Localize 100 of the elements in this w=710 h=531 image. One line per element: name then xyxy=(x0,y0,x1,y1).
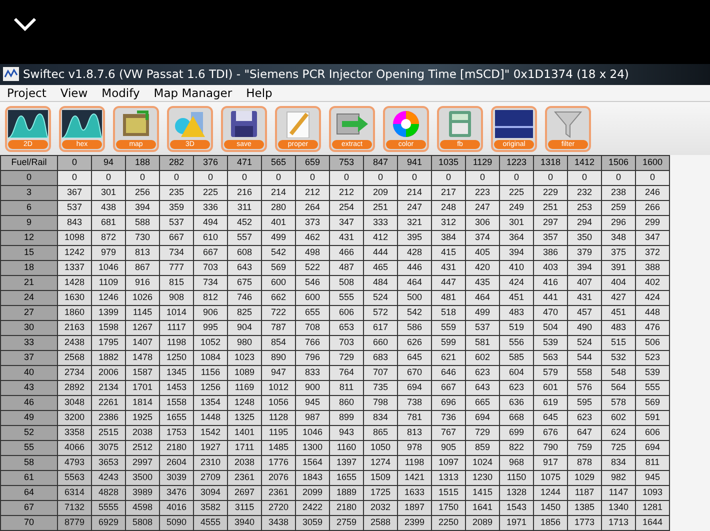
table-cell[interactable]: 294 xyxy=(568,215,602,230)
table-cell[interactable]: 905 xyxy=(432,440,466,456)
table-cell[interactable]: 1145 xyxy=(126,305,160,320)
table-cell[interactable]: 2759 xyxy=(330,515,364,530)
table-cell[interactable]: 1248 xyxy=(228,395,262,410)
table-cell[interactable]: 623 xyxy=(500,380,534,396)
table-cell[interactable]: 1250 xyxy=(160,350,194,366)
table-cell[interactable]: 1428 xyxy=(58,275,92,290)
table-cell[interactable]: 606 xyxy=(636,425,670,440)
table-cell[interactable]: 1024 xyxy=(466,455,500,470)
table-cell[interactable]: 312 xyxy=(432,215,466,230)
table-cell[interactable]: 3476 xyxy=(160,485,194,500)
table-cell[interactable]: 235 xyxy=(160,185,194,200)
table-cell[interactable]: 623 xyxy=(466,365,500,380)
table-cell[interactable]: 297 xyxy=(534,215,568,230)
table-cell[interactable]: 259 xyxy=(602,200,636,216)
table-cell[interactable]: 248 xyxy=(432,200,466,216)
table-cell[interactable]: 623 xyxy=(568,410,602,426)
table-cell[interactable]: 2734 xyxy=(58,365,92,380)
table-cell[interactable]: 0 xyxy=(534,170,568,186)
table-cell[interactable]: 8779 xyxy=(58,515,92,530)
table-cell[interactable]: 843 xyxy=(58,215,92,230)
table-cell[interactable]: 904 xyxy=(228,320,262,336)
table-cell[interactable]: 410 xyxy=(500,260,534,276)
table-cell[interactable]: 578 xyxy=(602,395,636,410)
table-cell[interactable]: 405 xyxy=(466,245,500,260)
table-cell[interactable]: 537 xyxy=(466,320,500,336)
table-cell[interactable]: 890 xyxy=(262,350,296,366)
table-cell[interactable]: 734 xyxy=(160,245,194,260)
menu-item[interactable]: Project xyxy=(0,86,54,100)
table-cell[interactable]: 4243 xyxy=(92,470,126,486)
table-cell[interactable]: 968 xyxy=(500,455,534,470)
table-cell[interactable]: 766 xyxy=(296,335,330,350)
table-cell[interactable]: 395 xyxy=(398,230,432,246)
table-cell[interactable]: 1971 xyxy=(500,515,534,530)
table-cell[interactable]: 645 xyxy=(534,410,568,426)
menu-item[interactable]: Map Manager xyxy=(146,86,240,100)
table-cell[interactable]: 572 xyxy=(364,305,398,320)
table-cell[interactable]: 506 xyxy=(636,335,670,350)
table-cell[interactable]: 707 xyxy=(364,365,398,380)
table-cell[interactable]: 777 xyxy=(160,260,194,276)
table-cell[interactable]: 391 xyxy=(602,260,636,276)
table-cell[interactable]: 916 xyxy=(126,275,160,290)
table-cell[interactable]: 5808 xyxy=(126,515,160,530)
table-cell[interactable]: 0 xyxy=(160,170,194,186)
table-cell[interactable]: 812 xyxy=(194,290,228,306)
table-cell[interactable]: 1345 xyxy=(160,365,194,380)
table-cell[interactable]: 444 xyxy=(364,245,398,260)
table-cell[interactable]: 2261 xyxy=(92,395,126,410)
table-cell[interactable]: 1354 xyxy=(194,395,228,410)
table-cell[interactable]: 3059 xyxy=(296,515,330,530)
table-cell[interactable]: 504 xyxy=(534,320,568,336)
table-cell[interactable]: 696 xyxy=(432,395,466,410)
table-cell[interactable]: 1109 xyxy=(92,275,126,290)
table-cell[interactable]: 1564 xyxy=(296,455,330,470)
table-cell[interactable]: 424 xyxy=(500,275,534,290)
table-cell[interactable]: 247 xyxy=(398,200,432,216)
table-cell[interactable]: 878 xyxy=(568,455,602,470)
table-cell[interactable]: 1843 xyxy=(296,470,330,486)
table-cell[interactable]: 1014 xyxy=(160,305,194,320)
table-cell[interactable]: 348 xyxy=(602,230,636,246)
table-cell[interactable]: 214 xyxy=(398,185,432,200)
table-cell[interactable]: 865 xyxy=(364,425,398,440)
table-cell[interactable]: 499 xyxy=(262,230,296,246)
table-cell[interactable]: 225 xyxy=(194,185,228,200)
table-cell[interactable]: 781 xyxy=(398,410,432,426)
table-cell[interactable]: 2076 xyxy=(262,470,296,486)
table-cell[interactable]: 483 xyxy=(602,320,636,336)
table-cell[interactable]: 470 xyxy=(534,305,568,320)
table-cell[interactable]: 646 xyxy=(432,365,466,380)
table-cell[interactable]: 2588 xyxy=(364,515,398,530)
table-cell[interactable]: 2997 xyxy=(126,455,160,470)
table-cell[interactable]: 2361 xyxy=(228,470,262,486)
table-cell[interactable]: 223 xyxy=(466,185,500,200)
table-cell[interactable]: 694 xyxy=(398,380,432,396)
table-cell[interactable]: 249 xyxy=(500,200,534,216)
table-cell[interactable]: 735 xyxy=(364,380,398,396)
table-cell[interactable]: 943 xyxy=(330,425,364,440)
table-cell[interactable]: 431 xyxy=(568,290,602,306)
table-cell[interactable]: 945 xyxy=(636,470,670,486)
table-cell[interactable]: 2134 xyxy=(92,380,126,396)
table-cell[interactable]: 364 xyxy=(500,230,534,246)
table-cell[interactable]: 1075 xyxy=(534,470,568,486)
table-cell[interactable]: 1150 xyxy=(500,470,534,486)
table-cell[interactable]: 3039 xyxy=(160,470,194,486)
table-cell[interactable]: 591 xyxy=(636,410,670,426)
table-cell[interactable]: 834 xyxy=(602,455,636,470)
table-cell[interactable]: 1655 xyxy=(160,410,194,426)
table-cell[interactable]: 379 xyxy=(568,245,602,260)
table-cell[interactable]: 738 xyxy=(398,395,432,410)
table-cell[interactable]: 1187 xyxy=(568,485,602,500)
table-cell[interactable]: 569 xyxy=(636,395,670,410)
table-cell[interactable]: 1128 xyxy=(262,410,296,426)
table-cell[interactable]: 3940 xyxy=(228,515,262,530)
table-cell[interactable]: 1156 xyxy=(194,365,228,380)
table-cell[interactable]: 602 xyxy=(602,410,636,426)
table-cell[interactable]: 402 xyxy=(636,275,670,290)
table-cell[interactable]: 2163 xyxy=(58,320,92,336)
table-cell[interactable]: 1450 xyxy=(534,500,568,516)
table-cell[interactable]: 569 xyxy=(262,260,296,276)
